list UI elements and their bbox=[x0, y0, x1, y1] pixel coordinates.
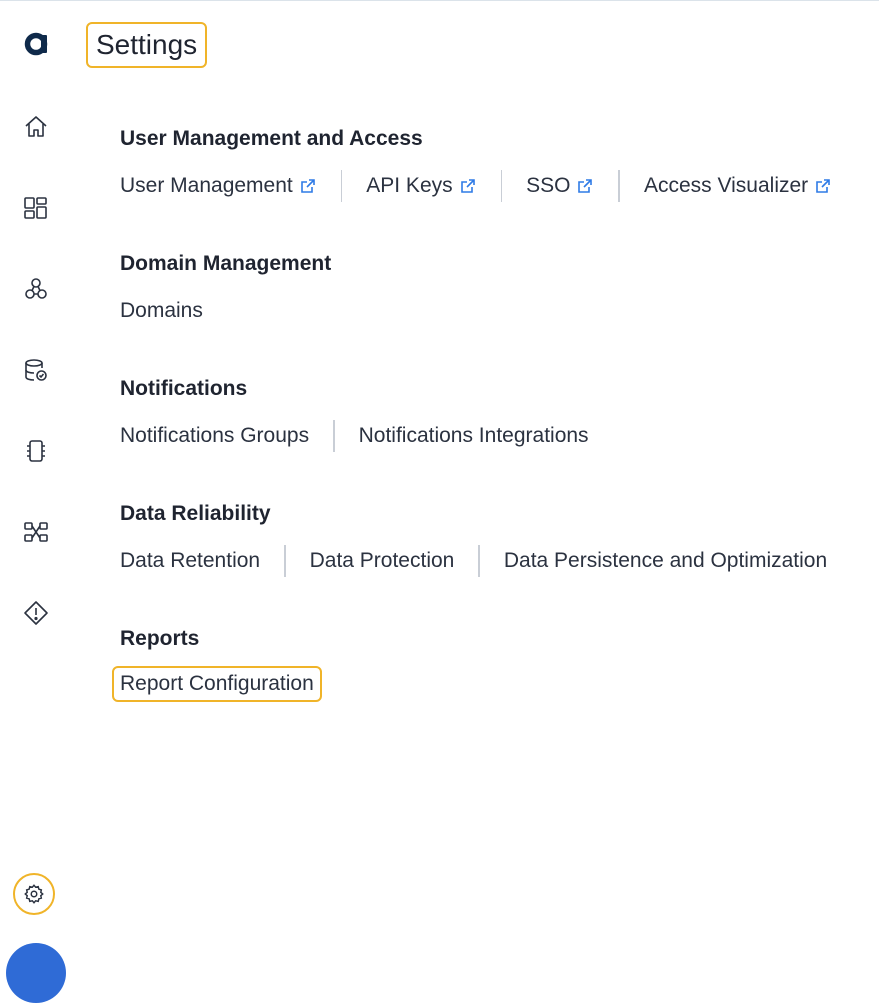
section-title: Data Reliability bbox=[120, 502, 271, 525]
user-management-link[interactable]: User Management bbox=[120, 174, 317, 198]
section-reports: Reports Report Configuration bbox=[112, 625, 322, 702]
settings-nav-button[interactable] bbox=[13, 873, 55, 915]
data-persistence-link[interactable]: Data Persistence and Optimization bbox=[504, 549, 827, 573]
external-link-icon bbox=[816, 179, 830, 193]
section-title: Reports bbox=[120, 627, 200, 650]
avatar[interactable] bbox=[6, 943, 66, 1003]
link-label: Access Visualizer bbox=[643, 174, 809, 197]
pipelines-icon[interactable] bbox=[22, 275, 50, 303]
sso-link[interactable]: SSO bbox=[526, 174, 594, 198]
link-label: SSO bbox=[526, 174, 571, 197]
home-icon[interactable] bbox=[22, 113, 50, 141]
alert-diamond-icon[interactable] bbox=[22, 599, 50, 627]
external-link-icon bbox=[460, 179, 475, 193]
link-label: API Keys bbox=[366, 174, 453, 197]
divider bbox=[478, 545, 480, 577]
section-data-reliability: Data Reliability Data Retention Data Pro… bbox=[120, 500, 827, 577]
section-title: User Management and Access bbox=[120, 127, 423, 150]
notifications-groups-link[interactable]: Notifications Groups bbox=[120, 424, 309, 448]
api-keys-link[interactable]: API Keys bbox=[366, 174, 476, 198]
data-protection-link[interactable]: Data Protection bbox=[310, 549, 455, 573]
section-title: Notifications bbox=[120, 377, 248, 400]
divider bbox=[333, 420, 335, 452]
database-check-icon[interactable] bbox=[22, 356, 50, 384]
divider bbox=[618, 170, 620, 202]
page-title: Settings bbox=[86, 22, 208, 68]
notifications-integrations-link[interactable]: Notifications Integrations bbox=[359, 424, 589, 448]
data-retention-link[interactable]: Data Retention bbox=[120, 549, 260, 573]
section-user-management: User Management and Access User Manageme… bbox=[120, 125, 832, 202]
domains-link[interactable]: Domains bbox=[120, 299, 203, 323]
link-row: Domains bbox=[120, 295, 331, 327]
external-link-icon bbox=[578, 179, 593, 193]
chip-icon[interactable] bbox=[22, 437, 50, 465]
gear-icon bbox=[24, 884, 44, 904]
sidebar bbox=[0, 1, 72, 1005]
link-label: User Management bbox=[120, 174, 293, 197]
lineage-icon[interactable] bbox=[22, 518, 50, 546]
divider bbox=[340, 170, 343, 202]
access-visualizer-link[interactable]: Access Visualizer bbox=[644, 174, 832, 198]
link-row: Data Retention Data Protection Data Pers… bbox=[120, 545, 827, 577]
link-row: Notifications Groups Notifications Integ… bbox=[120, 420, 589, 452]
section-notifications: Notifications Notifications Groups Notif… bbox=[120, 375, 589, 452]
external-link-icon bbox=[300, 179, 315, 193]
divider bbox=[284, 545, 286, 577]
link-row: Report Configuration bbox=[112, 666, 322, 702]
divider bbox=[500, 170, 503, 202]
section-title: Domain Management bbox=[120, 252, 332, 275]
dashboard-icon[interactable] bbox=[22, 194, 50, 222]
link-row: User Management API Keys SSO Access Visu… bbox=[120, 170, 832, 202]
report-configuration-link[interactable]: Report Configuration bbox=[112, 666, 322, 702]
section-domain-management: Domain Management Domains bbox=[120, 250, 331, 327]
a-logo[interactable] bbox=[24, 29, 50, 57]
